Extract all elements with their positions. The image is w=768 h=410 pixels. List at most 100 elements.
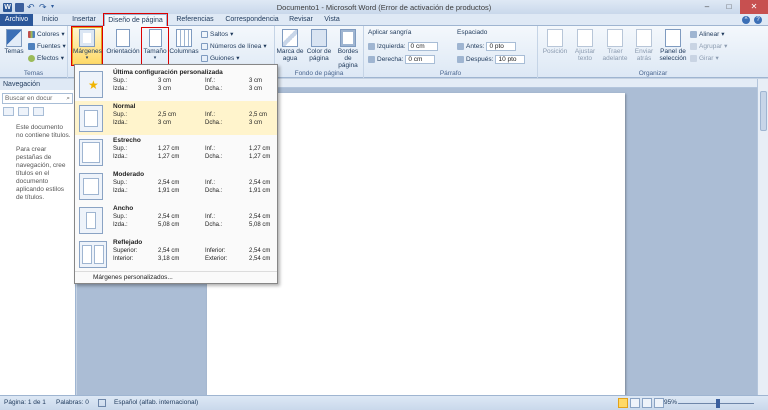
numeros-de-linea-button[interactable]: Números de línea ▾: [201, 42, 267, 50]
margin-option-normal[interactable]: Normal Sup.: 2,5 cm Inf.: 2,5 cm Izda.: …: [75, 101, 277, 135]
group-parrafo: Aplicar sangría Izquierda: 0 cm Derecha:…: [364, 26, 538, 78]
tab-inicio[interactable]: Inicio: [37, 14, 63, 26]
enviar-atras-button[interactable]: Enviar atrás: [630, 28, 658, 66]
colores-button[interactable]: Colores ▾: [28, 30, 65, 38]
panel-de-seleccion-button[interactable]: Panel de selección: [658, 28, 688, 66]
size-icon: [148, 29, 162, 47]
navigation-pane: Navegación Buscar en docur ⌕ Este docume…: [0, 79, 76, 395]
group-fondo-de-pagina: Marca de agua Color de página Bordes de …: [275, 26, 364, 78]
tab-referencias[interactable]: Referencias: [173, 14, 217, 26]
save-icon[interactable]: [15, 2, 24, 12]
margin-option-reflejado[interactable]: Reflejado Superior: 2,54 cm Inferior: 2,…: [75, 237, 277, 271]
efectos-button[interactable]: Efectos ▾: [28, 54, 64, 62]
quick-access-toolbar: W ↶ ↷ ▾: [0, 2, 57, 12]
selection-pane-icon: [665, 29, 681, 47]
margin-thumbnail: [79, 105, 103, 132]
margin-option-ancho[interactable]: Ancho Sup.: 2,54 cm Inf.: 2,54 cm Izda.:…: [75, 203, 277, 237]
zoom-level[interactable]: 95%: [664, 399, 677, 406]
margin-option-moderado[interactable]: Moderado Sup.: 2,54 cm Inf.: 2,54 cm Izd…: [75, 169, 277, 203]
tab-archivo[interactable]: Archivo: [0, 14, 33, 26]
margin-thumbnail: [79, 139, 103, 166]
ajustar-texto-button[interactable]: Ajustar texto: [570, 28, 600, 66]
scrollbar-thumb[interactable]: [760, 91, 767, 131]
language-indicator[interactable]: Español (alfab. internacional): [114, 399, 198, 406]
word-count[interactable]: Palabras: 0: [56, 399, 89, 406]
line-numbers-icon: [201, 42, 208, 50]
page-color-icon: [311, 29, 327, 47]
help-icon[interactable]: ?: [754, 16, 762, 24]
print-layout-view-button[interactable]: [618, 398, 628, 408]
margin-option-estrecho[interactable]: Estrecho Sup.: 1,27 cm Inf.: 1,27 cm Izd…: [75, 135, 277, 169]
tab-revisar[interactable]: Revisar: [287, 14, 315, 26]
indent-right-icon: [368, 56, 375, 63]
agrupar-button[interactable]: Agrupar ▾: [690, 42, 727, 50]
group-organizar: Posición Ajustar texto Traer adelante En…: [538, 26, 768, 78]
proofing-icon[interactable]: [98, 399, 106, 407]
title-bar: W ↶ ↷ ▾ Documento1 - Microsoft Word (Err…: [0, 0, 768, 14]
tab-diseno-de-pagina[interactable]: Diseño de página: [103, 13, 168, 27]
hyphenation-icon: [201, 54, 208, 62]
alinear-button[interactable]: Alinear ▾: [690, 30, 725, 38]
columnas-button[interactable]: Columnas: [169, 28, 199, 66]
nav-tab-headings[interactable]: [3, 107, 14, 116]
align-icon: [690, 30, 697, 38]
margins-dropdown: ★ Última configuración personalizada Sup…: [74, 64, 278, 284]
columns-icon: [176, 29, 192, 47]
outline-view-button[interactable]: [654, 398, 664, 408]
close-button[interactable]: ✕: [740, 0, 768, 14]
posicion-button[interactable]: Posición: [540, 28, 570, 66]
tamano-button[interactable]: Tamaño ▾: [141, 27, 169, 67]
nav-tab-results[interactable]: [33, 107, 44, 116]
search-input[interactable]: Buscar en docur ⌕: [2, 93, 73, 104]
orientation-icon: [116, 29, 130, 47]
margin-thumbnail: [79, 207, 103, 234]
group-icon: [690, 42, 697, 50]
zoom-slider-thumb[interactable]: [716, 399, 721, 408]
collapse-ribbon-icon[interactable]: ^: [742, 16, 750, 24]
web-layout-view-button[interactable]: [642, 398, 652, 408]
indent-left-input[interactable]: 0 cm: [407, 42, 438, 51]
nav-message-no-headings: Este documento no contiene títulos.: [16, 124, 71, 139]
tab-insertar[interactable]: Insertar: [68, 14, 100, 26]
saltos-button[interactable]: Saltos ▾: [201, 30, 233, 38]
nav-message-instructions: Para crear pestañas de navegación, cree …: [16, 146, 66, 201]
undo-icon[interactable]: ↶: [27, 2, 36, 12]
star-icon: ★: [88, 78, 99, 92]
position-icon: [547, 29, 563, 47]
guiones-button[interactable]: Guiones ▾: [201, 54, 239, 62]
spacing-before-input[interactable]: 0 pto: [486, 42, 517, 51]
wrap-text-icon: [577, 29, 593, 47]
tab-correspondencia[interactable]: Correspondencia: [224, 14, 280, 26]
vertical-scrollbar[interactable]: [757, 79, 768, 395]
temas-button[interactable]: Temas: [2, 28, 26, 66]
maximize-button[interactable]: □: [718, 0, 740, 14]
nav-tab-pages[interactable]: [18, 107, 29, 116]
tab-vista[interactable]: Vista: [321, 14, 343, 26]
page-count[interactable]: Página: 1 de 1: [4, 399, 46, 406]
bordes-de-pagina-button[interactable]: Bordes de página: [334, 28, 362, 69]
margin-option-last-custom[interactable]: ★ Última configuración personalizada Sup…: [75, 67, 277, 101]
word-logo-icon[interactable]: W: [3, 2, 12, 12]
marca-de-agua-button[interactable]: Marca de agua: [276, 28, 304, 66]
margenes-button[interactable]: Márgenes ▾: [71, 26, 103, 66]
fuentes-button[interactable]: Fuentes ▾: [28, 42, 66, 50]
search-icon[interactable]: ⌕: [66, 94, 70, 104]
girar-button[interactable]: Girar ▾: [690, 54, 719, 62]
spacing-before-icon: [457, 43, 464, 50]
full-screen-view-button[interactable]: [630, 398, 640, 408]
orientacion-button[interactable]: Orientación: [106, 28, 140, 66]
minimize-button[interactable]: –: [696, 0, 718, 14]
customize-qat-icon[interactable]: ▾: [51, 3, 57, 12]
custom-margins-item[interactable]: Márgenes personalizados...: [75, 271, 277, 283]
aplicar-sangria-label: Aplicar sangría: [368, 29, 412, 36]
colors-icon: [28, 30, 35, 38]
fonts-icon: [28, 42, 35, 50]
redo-icon[interactable]: ↷: [39, 2, 48, 12]
send-backward-icon: [636, 29, 652, 47]
spacing-after-input[interactable]: 10 pto: [495, 55, 526, 64]
color-de-pagina-button[interactable]: Color de página: [305, 28, 333, 66]
traer-adelante-button[interactable]: Traer adelante: [600, 28, 630, 66]
indent-right-input[interactable]: 0 cm: [405, 55, 436, 64]
spacing-after-icon: [457, 56, 464, 63]
margin-thumbnail: [79, 173, 103, 200]
